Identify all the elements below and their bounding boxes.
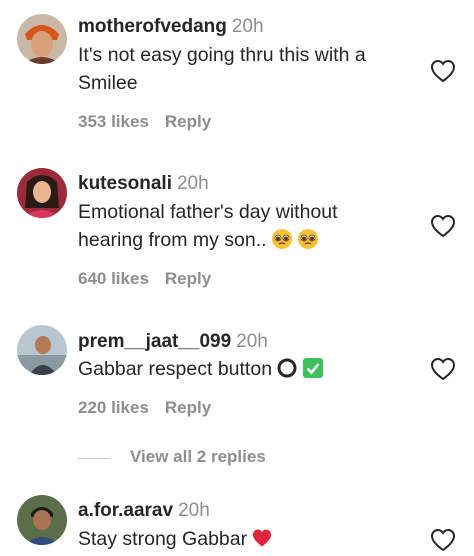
heart-outline-icon[interactable] [430, 214, 456, 238]
comment-text-line-with-emoji: Stay strong Gabbar [78, 525, 418, 553]
comment-text-line: Gabbar respect button [78, 358, 273, 380]
comment-text-line: Stay strong Gabbar [78, 528, 248, 550]
comment-time: 20h [231, 16, 264, 37]
view-replies-label[interactable]: View all 2 replies [130, 447, 266, 467]
check-mark-button-icon [302, 357, 324, 379]
comment-time: 20h [236, 331, 268, 352]
comment-meta: 353 likes Reply [78, 112, 211, 132]
username-link[interactable]: a.for.aarav [78, 500, 173, 521]
avatar[interactable] [17, 325, 67, 375]
reply-button[interactable]: Reply [165, 112, 211, 131]
comment-meta: 220 likes Reply [78, 398, 211, 418]
comment-header: kutesonali 20h [78, 173, 209, 195]
avatar[interactable] [17, 495, 67, 545]
comment-text-line: Emotional father's day without [78, 201, 338, 223]
comment-text-line-with-emoji: Gabbar respect button [78, 355, 418, 383]
likes-count[interactable]: 353 likes [78, 112, 149, 131]
comment-header: motherofvedang 20h [78, 16, 264, 38]
comment-text-line: Smilee [78, 72, 138, 94]
heart-outline-icon[interactable] [430, 59, 456, 83]
heart-outline-icon[interactable] [430, 528, 456, 552]
comment-time: 20h [178, 500, 210, 521]
likes-count[interactable]: 220 likes [78, 398, 149, 417]
comment-header: prem__jaat__099 20h [78, 331, 268, 353]
username-link[interactable]: motherofvedang [78, 16, 227, 37]
reply-button[interactable]: Reply [165, 269, 211, 288]
pleading-face-icon [297, 228, 319, 250]
comment-text: Emotional father's day without hearing f… [78, 198, 418, 254]
comment-text: Stay strong Gabbar [78, 525, 418, 553]
avatar[interactable] [17, 14, 67, 64]
replies-divider [78, 458, 110, 459]
avatar[interactable] [17, 168, 67, 218]
reply-button[interactable]: Reply [165, 398, 211, 417]
comment-meta: 640 likes Reply [78, 269, 211, 289]
comment-text-line: hearing from my son.. [78, 229, 267, 251]
comment-text: It's not easy going thru this with a Smi… [78, 41, 418, 97]
comment-text: Gabbar respect button [78, 355, 418, 383]
heart-outline-icon[interactable] [430, 357, 456, 381]
comment-time: 20h [176, 173, 209, 194]
hollow-circle-icon [276, 357, 298, 379]
red-heart-icon [251, 527, 273, 549]
likes-count[interactable]: 640 likes [78, 269, 149, 288]
username-link[interactable]: kutesonali [78, 173, 172, 194]
comment-text-line-with-emoji: hearing from my son.. [78, 226, 418, 254]
pleading-face-icon [271, 228, 293, 250]
comment-header: a.for.aarav 20h [78, 500, 210, 522]
username-link[interactable]: prem__jaat__099 [78, 331, 231, 352]
comment-text-line: It's not easy going thru this with a [78, 44, 366, 66]
